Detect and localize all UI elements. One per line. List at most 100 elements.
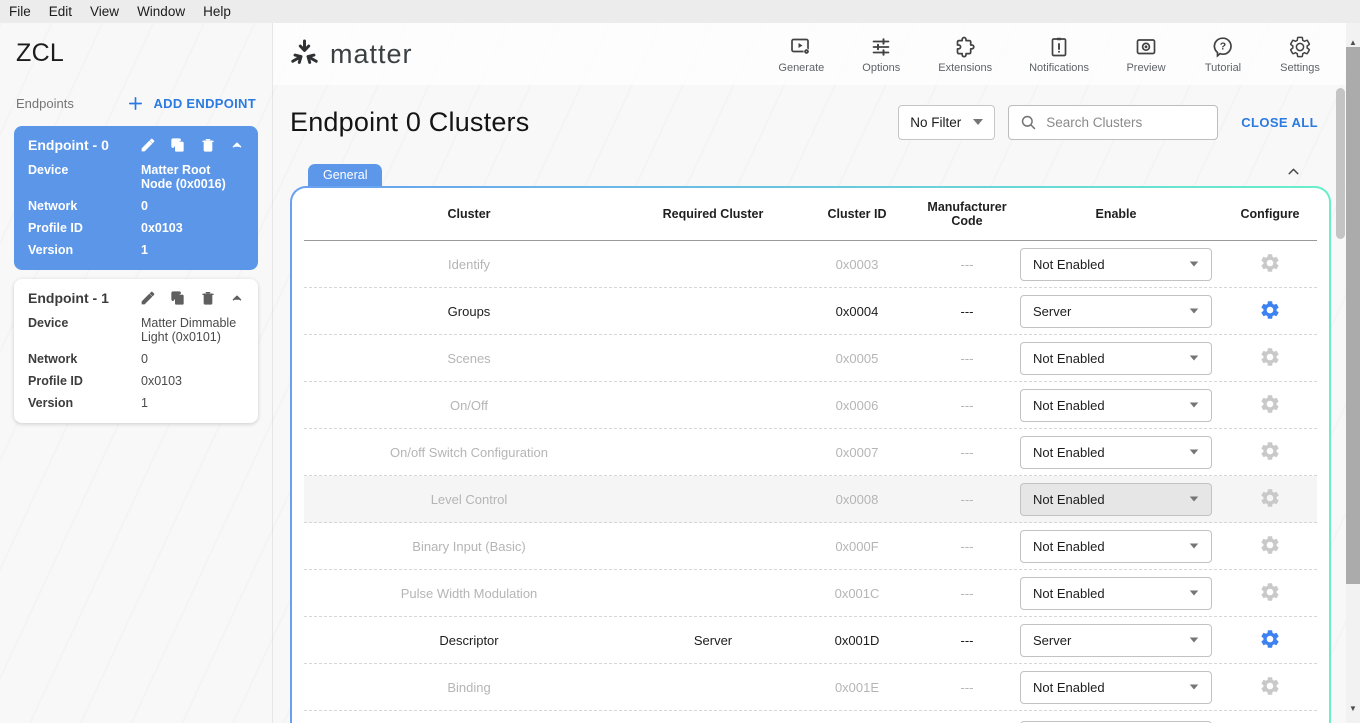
- window-scrollbar[interactable]: ▲ ▼: [1346, 23, 1360, 723]
- enable-select-value: Not Enabled: [1033, 351, 1105, 366]
- filter-dropdown[interactable]: No Filter: [898, 105, 995, 140]
- toolbar-actions: Generate Options: [778, 35, 1320, 74]
- chevron-down-icon: [1190, 590, 1199, 595]
- enable-select[interactable]: Server: [1020, 624, 1212, 657]
- content-scrollbar-thumb[interactable]: [1336, 88, 1345, 239]
- cluster-id: 0x0007: [792, 445, 922, 460]
- enable-select[interactable]: Server: [1020, 295, 1212, 328]
- manufacturer-code: ---: [922, 492, 1012, 507]
- manufacturer-code: ---: [922, 445, 1012, 460]
- menu-view[interactable]: View: [81, 4, 128, 19]
- endpoint-card[interactable]: Endpoint - 1 Device Matter Dimmable Ligh…: [14, 279, 258, 423]
- enable-select[interactable]: Not Enabled: [1020, 342, 1212, 375]
- enable-select[interactable]: Not Enabled: [1020, 483, 1212, 516]
- brand-name: matter: [330, 39, 413, 70]
- menu-edit[interactable]: Edit: [40, 4, 81, 19]
- endpoint-field-label: Network: [28, 352, 141, 366]
- chevron-down-icon: [1190, 355, 1199, 360]
- app-title: ZCL: [0, 23, 272, 68]
- cluster-table-body: Identify 0x0003 --- Not Enabled Groups 0…: [304, 241, 1317, 711]
- configure-gear-icon[interactable]: [1259, 628, 1281, 650]
- copy-icon[interactable]: [170, 137, 186, 153]
- table-row: Identify 0x0003 --- Not Enabled: [304, 241, 1317, 288]
- configure-gear-icon[interactable]: [1259, 440, 1281, 462]
- endpoint-field-label: Device: [28, 316, 141, 330]
- settings-label: Settings: [1280, 62, 1320, 74]
- app-frame: ZCL Endpoints ADD ENDPOINT Endpoint - 0: [0, 23, 1360, 723]
- preview-button[interactable]: Preview: [1126, 35, 1166, 74]
- tab-general[interactable]: General: [308, 164, 382, 186]
- endpoint-field-label: Network: [28, 199, 141, 213]
- menu-help[interactable]: Help: [194, 4, 240, 19]
- copy-icon[interactable]: [170, 290, 186, 306]
- search-clusters-box[interactable]: [1008, 105, 1218, 140]
- edit-icon[interactable]: [140, 137, 156, 153]
- enable-select[interactable]: Not Enabled: [1020, 389, 1212, 422]
- collapse-endpoint-icon[interactable]: [230, 138, 244, 152]
- add-endpoint-button[interactable]: ADD ENDPOINT: [127, 95, 256, 112]
- endpoint-field: Profile ID 0x0103: [28, 221, 244, 235]
- window-scrollbar-thumb[interactable]: [1346, 47, 1360, 584]
- delete-icon[interactable]: [200, 290, 216, 306]
- configure-gear-icon[interactable]: [1259, 346, 1281, 368]
- endpoint-field: Version 1: [28, 396, 244, 410]
- collapse-endpoint-icon[interactable]: [230, 291, 244, 305]
- table-row: On/off Switch Configuration 0x0007 --- N…: [304, 429, 1317, 476]
- cluster-name: Level Control: [304, 492, 634, 507]
- chevron-down-icon: [1190, 496, 1199, 501]
- tutorial-button[interactable]: ? Tutorial: [1203, 35, 1243, 74]
- manufacturer-code: ---: [922, 351, 1012, 366]
- endpoint-title: Endpoint - 0: [28, 137, 140, 153]
- configure-gear-icon[interactable]: [1259, 393, 1281, 415]
- configure-gear-icon[interactable]: [1259, 252, 1281, 274]
- main-area: matter Generate: [273, 23, 1346, 723]
- cluster-id: 0x0006: [792, 398, 922, 413]
- top-toolbar: matter Generate: [273, 23, 1346, 85]
- cluster-id: 0x001D: [792, 633, 922, 648]
- enable-select[interactable]: Not Enabled: [1020, 577, 1212, 610]
- plus-icon: [127, 95, 144, 112]
- required-cluster: Server: [634, 633, 792, 648]
- enable-select[interactable]: Not Enabled: [1020, 530, 1212, 563]
- configure-gear-icon[interactable]: [1259, 534, 1281, 556]
- menu-file[interactable]: File: [9, 4, 40, 19]
- configure-gear-icon[interactable]: [1259, 299, 1281, 321]
- configure-gear-icon[interactable]: [1259, 487, 1281, 509]
- table-row: Binding 0x001E --- Not Enabled: [304, 664, 1317, 711]
- search-icon: [1019, 113, 1038, 132]
- endpoint-card[interactable]: Endpoint - 0 Device Matter Root Node (0x…: [14, 126, 258, 270]
- search-input[interactable]: [1046, 115, 1196, 130]
- enable-select[interactable]: Not Enabled: [1020, 436, 1212, 469]
- generate-button[interactable]: Generate: [778, 35, 824, 74]
- cluster-table-header: Cluster Required Cluster Cluster ID Manu…: [304, 188, 1317, 241]
- manufacturer-code: ---: [922, 398, 1012, 413]
- collapse-panel-icon[interactable]: [1285, 163, 1302, 180]
- menu-window[interactable]: Window: [128, 4, 194, 19]
- delete-icon[interactable]: [200, 137, 216, 153]
- extensions-icon: [953, 35, 977, 59]
- preview-icon: [1134, 35, 1158, 59]
- configure-gear-icon[interactable]: [1259, 675, 1281, 697]
- enable-select-value: Not Enabled: [1033, 398, 1105, 413]
- notifications-button[interactable]: Notifications: [1029, 35, 1089, 74]
- configure-gear-icon[interactable]: [1259, 581, 1281, 603]
- close-all-button[interactable]: CLOSE ALL: [1241, 115, 1318, 130]
- enable-select-value: Not Enabled: [1033, 680, 1105, 695]
- edit-icon[interactable]: [140, 290, 156, 306]
- extensions-button[interactable]: Extensions: [938, 35, 992, 74]
- cluster-id: 0x0003: [792, 257, 922, 272]
- table-row-partial: [304, 711, 1317, 723]
- endpoint-field-value: 0x0103: [141, 374, 244, 388]
- endpoints-label: Endpoints: [16, 96, 127, 111]
- enable-select[interactable]: Not Enabled: [1020, 671, 1212, 704]
- options-button[interactable]: Options: [861, 35, 901, 74]
- enable-select-value: Not Enabled: [1033, 492, 1105, 507]
- endpoint-fields: Device Matter Root Node (0x0016) Network…: [28, 163, 244, 257]
- endpoint-field: Profile ID 0x0103: [28, 374, 244, 388]
- sidebar: ZCL Endpoints ADD ENDPOINT Endpoint - 0: [0, 23, 273, 723]
- tutorial-label: Tutorial: [1205, 62, 1241, 74]
- scroll-up-icon[interactable]: ▲: [1349, 23, 1357, 47]
- scroll-down-icon[interactable]: ▼: [1349, 697, 1357, 721]
- settings-button[interactable]: Settings: [1280, 35, 1320, 74]
- enable-select[interactable]: Not Enabled: [1020, 248, 1212, 281]
